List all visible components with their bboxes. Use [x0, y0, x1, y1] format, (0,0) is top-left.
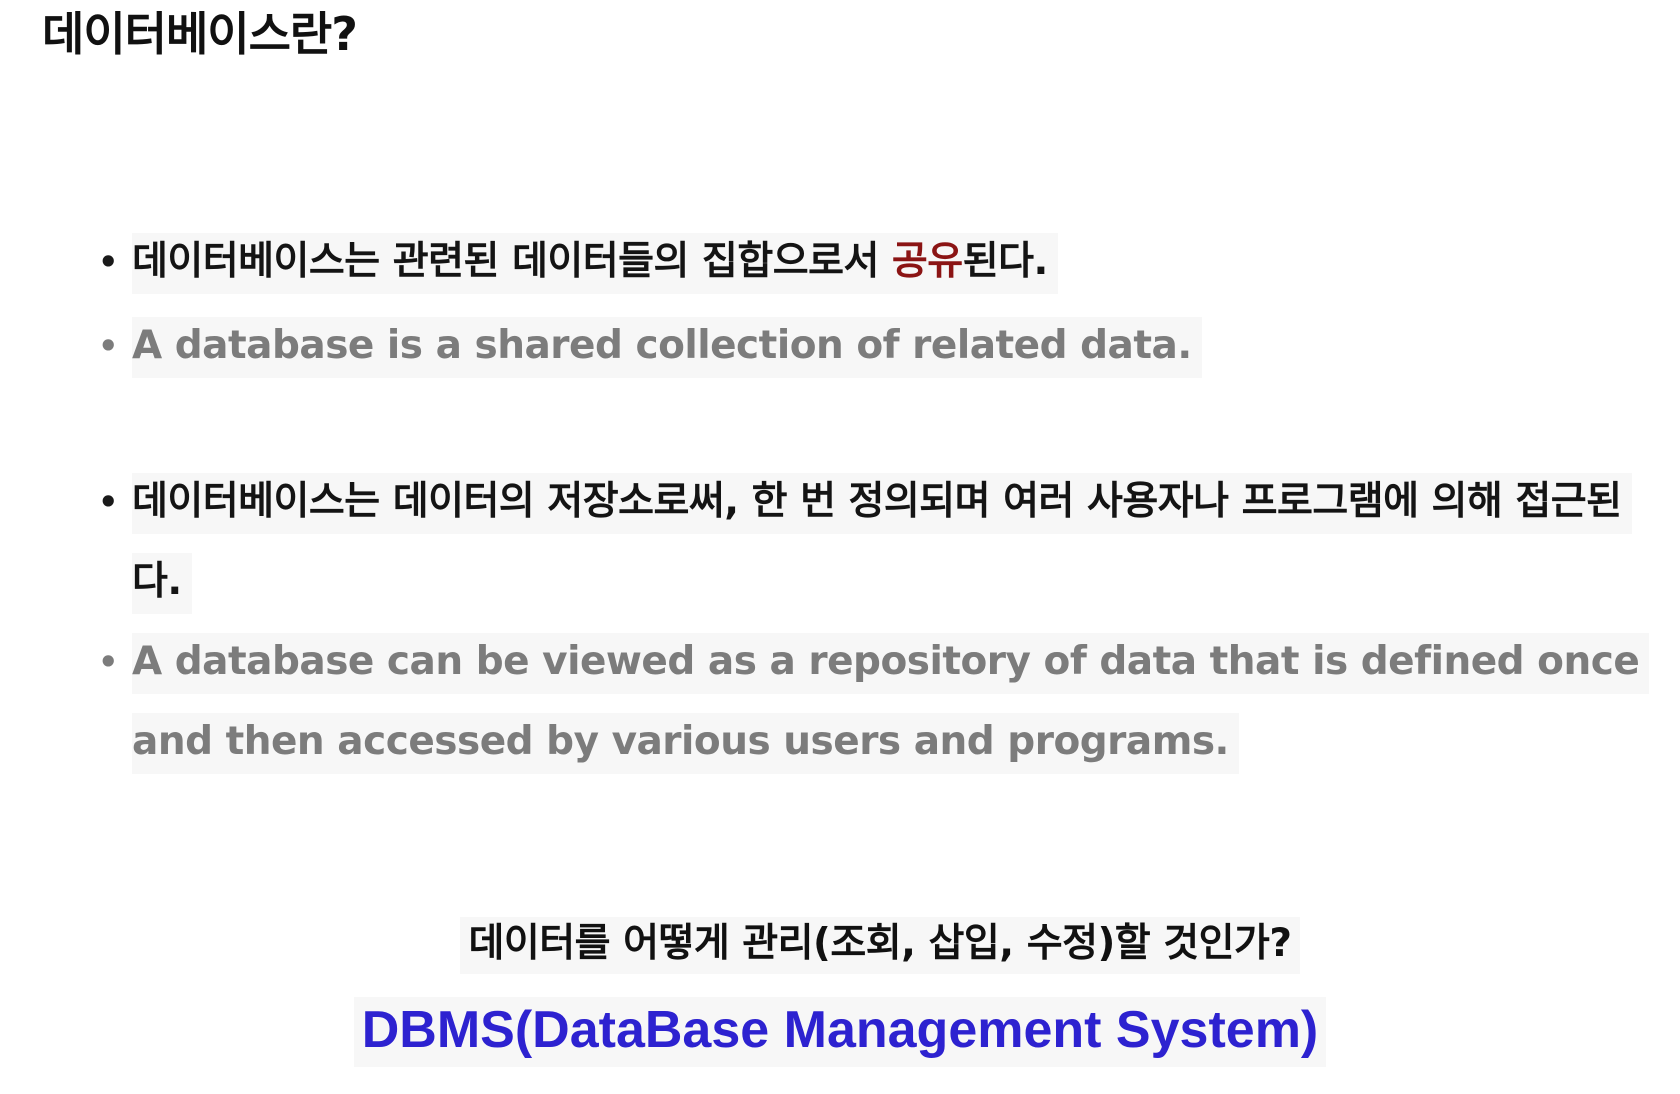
- korean-definition: 데이터베이스는 데이터의 저장소로써, 한 번 정의되며 여러 사용자나 프로그…: [132, 473, 1632, 614]
- bullet-dot: •: [98, 643, 118, 681]
- bullet-dot: •: [98, 243, 118, 281]
- definition-block-1: • 데이터베이스는 관련된 데이터들의 집합으로서 공유된다. • A data…: [98, 220, 1202, 388]
- list-item-en: • A database can be viewed as a reposito…: [98, 622, 1658, 782]
- korean-definition: 데이터베이스는 관련된 데이터들의 집합으로서 공유된다.: [132, 233, 1058, 294]
- bullet-dot: •: [98, 483, 118, 521]
- english-definition: A database is a shared collection of rel…: [132, 317, 1202, 378]
- list-item-en: • A database is a shared collection of r…: [98, 304, 1202, 388]
- bullet-dot: •: [98, 327, 118, 365]
- english-definition: A database can be viewed as a repository…: [132, 633, 1650, 774]
- management-question: 데이터를 어떻게 관리(조회, 삽입, 수정)할 것인가?: [0, 912, 1680, 974]
- list-item-ko: • 데이터베이스는 관련된 데이터들의 집합으로서 공유된다.: [98, 220, 1202, 304]
- dbms-answer: DBMS(DataBase Management System): [0, 997, 1680, 1067]
- page-title: 데이터베이스란?: [42, 7, 358, 61]
- list-item-ko: • 데이터베이스는 데이터의 저장소로써, 한 번 정의되며 여러 사용자나 프…: [98, 462, 1658, 622]
- emphasis-shared: 공유: [891, 239, 963, 284]
- definition-block-2: • 데이터베이스는 데이터의 저장소로써, 한 번 정의되며 여러 사용자나 프…: [98, 462, 1658, 782]
